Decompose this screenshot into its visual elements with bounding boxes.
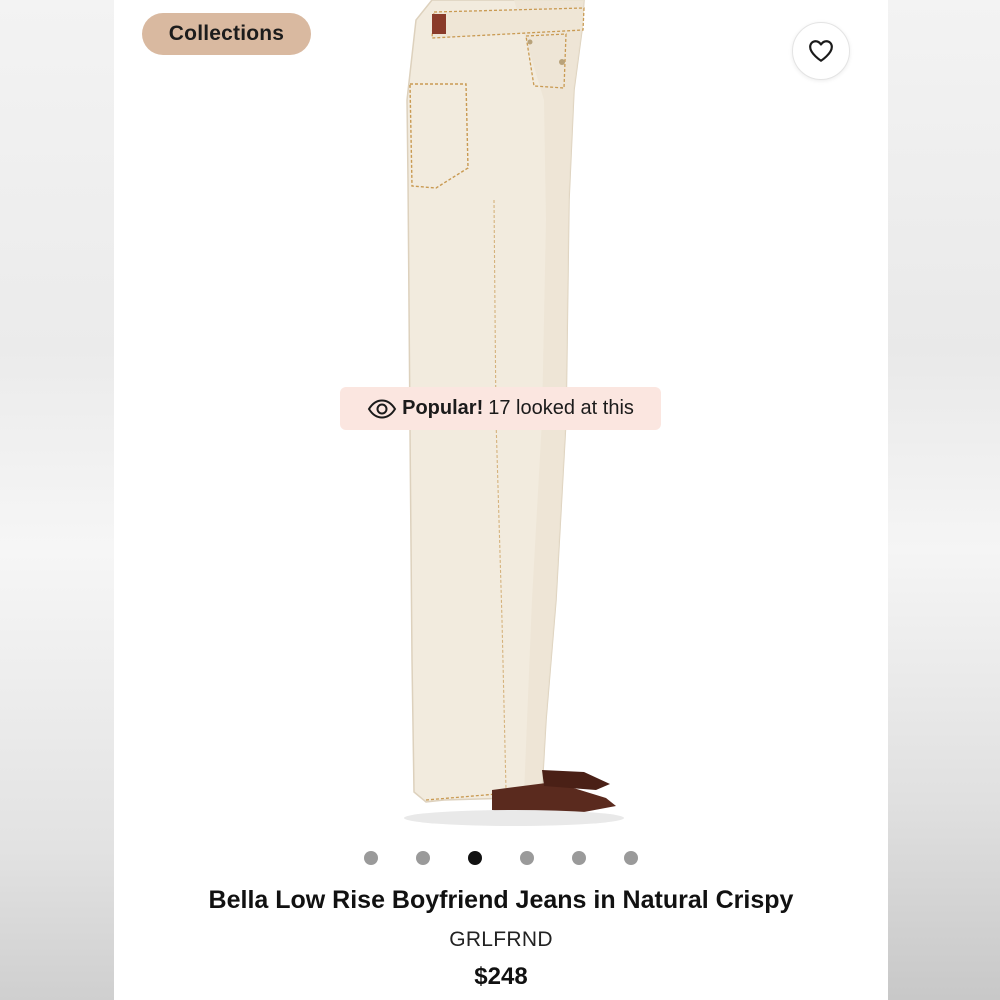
carousel-dot[interactable] — [520, 851, 534, 865]
popular-count-text: 17 looked at this — [488, 397, 634, 419]
product-brand[interactable]: GRLFRND — [114, 928, 888, 952]
background-left — [0, 0, 114, 1000]
product-price: $248 — [474, 963, 528, 990]
collections-button[interactable]: Collections — [142, 13, 311, 55]
background-right — [888, 0, 1000, 1000]
carousel-dot-active[interactable] — [468, 851, 482, 865]
heart-outline-icon — [809, 40, 833, 62]
popular-label: Popular! — [402, 397, 484, 419]
popular-badge: Popular! 17 looked at this — [340, 387, 661, 430]
carousel-dot[interactable] — [624, 851, 638, 865]
carousel-pagination — [114, 851, 888, 867]
favorite-button[interactable] — [792, 22, 850, 80]
eye-icon — [367, 398, 397, 419]
product-title[interactable]: Bella Low Rise Boyfriend Jeans in Natura… — [114, 886, 888, 915]
carousel-dot[interactable] — [572, 851, 586, 865]
carousel-dot[interactable] — [416, 851, 430, 865]
carousel-dot[interactable] — [364, 851, 378, 865]
product-card: Collections Popular! 17 looked at this B… — [114, 0, 888, 1000]
